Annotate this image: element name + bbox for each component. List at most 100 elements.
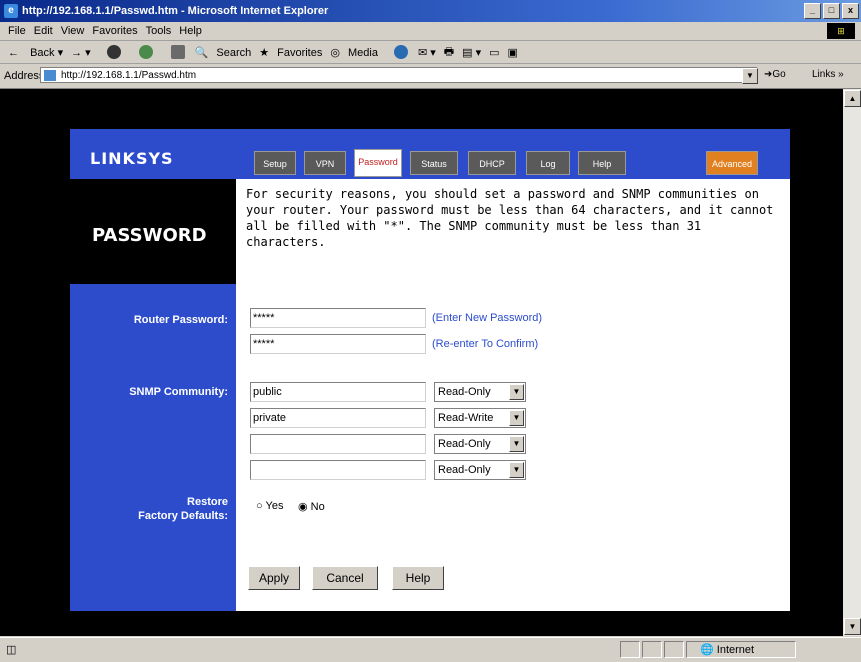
favorites-button[interactable]: ★ Favorites: [259, 46, 322, 59]
status-segment: [664, 641, 684, 658]
links-label: Links: [812, 69, 836, 80]
windows-logo-icon: ⊞: [827, 23, 855, 39]
snmp-access-3-select[interactable]: Read-Only ▼: [434, 434, 526, 454]
scroll-up-icon[interactable]: ▲: [844, 90, 861, 107]
snmp-community-label: SNMP Community:: [129, 386, 228, 398]
menu-help[interactable]: Help: [179, 25, 202, 37]
restore-label-line2: Factory Defaults:: [138, 510, 228, 522]
snmp-access-3-value: Read-Only: [438, 438, 491, 450]
mail-button[interactable]: ✉ ▾: [418, 46, 436, 59]
tab-log[interactable]: Log: [526, 151, 570, 175]
snmp-access-4-select[interactable]: Read-Only ▼: [434, 460, 526, 480]
discuss-button[interactable]: ▭: [489, 46, 499, 59]
window-title-bar: e http://192.168.1.1/Passwd.htm - Micros…: [0, 0, 861, 22]
status-segment: [642, 641, 662, 658]
links-button[interactable]: Links »: [812, 69, 844, 80]
restore-label-line1: Restore: [187, 496, 228, 508]
description-text: For security reasons, you should set a p…: [246, 187, 774, 249]
address-input[interactable]: http://192.168.1.1/Passwd.htm: [40, 67, 757, 83]
address-bar: Address http://192.168.1.1/Passwd.htm ▼ …: [0, 64, 861, 89]
tab-bar: Setup VPN Password Status DHCP Log Help …: [236, 129, 790, 179]
refresh-button[interactable]: [131, 45, 155, 59]
close-button[interactable]: x: [842, 3, 859, 19]
minimize-button[interactable]: _: [804, 3, 821, 19]
snmp-community-3-input[interactable]: [250, 434, 426, 454]
tab-status[interactable]: Status: [410, 151, 458, 175]
edit-button[interactable]: ▤ ▾: [462, 46, 481, 59]
status-segment: [620, 641, 640, 658]
scroll-down-icon[interactable]: ▼: [844, 618, 861, 635]
stop-icon: [106, 45, 121, 59]
address-label: Address: [4, 70, 45, 82]
go-label: Go: [772, 69, 786, 80]
cancel-button[interactable]: Cancel: [312, 566, 378, 590]
label-sidebar: Router Password: SNMP Community: Restore…: [70, 284, 236, 611]
search-label: Search: [216, 46, 252, 59]
chevron-down-icon: ▼: [509, 410, 524, 426]
restore-yes-radio[interactable]: ○ Yes: [256, 500, 283, 512]
go-button[interactable]: ➜Go: [764, 69, 786, 80]
snmp-access-1-select[interactable]: Read-Only ▼: [434, 382, 526, 402]
tab-help[interactable]: Help: [578, 151, 626, 175]
menu-tools[interactable]: Tools: [146, 25, 172, 37]
search-button[interactable]: 🔍 Search: [195, 46, 252, 59]
window-title: http://192.168.1.1/Passwd.htm - Microsof…: [22, 5, 329, 17]
logo-header: LINKSYS: [70, 129, 236, 179]
password-field[interactable]: *****: [250, 308, 426, 328]
tab-setup[interactable]: Setup: [254, 151, 296, 175]
page-done-icon: ◫: [6, 644, 17, 656]
snmp-community-4-input[interactable]: [250, 460, 426, 480]
refresh-icon: [138, 45, 153, 59]
page-title: PASSWORD: [92, 225, 207, 246]
history-button[interactable]: [386, 45, 410, 59]
home-icon: [170, 45, 185, 59]
router-password-label: Router Password:: [133, 314, 228, 326]
menu-favorites[interactable]: Favorites: [92, 25, 137, 37]
chevron-down-icon: ▼: [509, 436, 524, 452]
browser-viewport: LINKSYS Setup VPN Password Status DHCP L…: [0, 89, 843, 636]
history-icon: [393, 45, 408, 59]
snmp-community-1-input[interactable]: public: [250, 382, 426, 402]
vertical-scrollbar[interactable]: ▲ ▼: [843, 89, 861, 636]
snmp-access-4-value: Read-Only: [438, 464, 491, 476]
menu-file[interactable]: File: [8, 25, 26, 37]
address-dropdown-button[interactable]: ▼: [742, 68, 758, 84]
help-button[interactable]: Help: [392, 566, 444, 590]
media-label: Media: [347, 46, 378, 59]
stop-button[interactable]: [99, 45, 123, 59]
apply-button[interactable]: Apply: [248, 566, 300, 590]
home-button[interactable]: [163, 45, 187, 59]
chevron-down-icon: ▼: [509, 462, 524, 478]
enter-password-hint: (Enter New Password): [432, 312, 543, 324]
internet-zone-label: Internet: [716, 644, 755, 656]
restore-no-radio[interactable]: ◉ No: [298, 500, 325, 513]
linksys-logo: LINKSYS: [90, 149, 174, 168]
media-button[interactable]: ◎ Media: [330, 46, 378, 59]
forward-button[interactable]: → ▾: [71, 46, 91, 59]
maximize-button[interactable]: □: [823, 3, 840, 19]
restore-no-label: No: [310, 501, 325, 513]
linksys-page: LINKSYS Setup VPN Password Status DHCP L…: [70, 129, 790, 619]
messenger-button[interactable]: ▣: [508, 46, 518, 59]
snmp-access-2-value: Read-Write: [438, 412, 494, 424]
tab-vpn[interactable]: VPN: [304, 151, 346, 175]
restore-yes-label: Yes: [265, 500, 284, 512]
menu-view[interactable]: View: [61, 25, 85, 37]
menu-edit[interactable]: Edit: [34, 25, 53, 37]
back-label: Back: [30, 46, 55, 59]
tab-dhcp[interactable]: DHCP: [468, 151, 516, 175]
back-button[interactable]: ← Back ▾: [8, 46, 63, 59]
snmp-access-2-select[interactable]: Read-Write ▼: [434, 408, 526, 428]
print-button[interactable]: 🖶: [444, 43, 454, 62]
tab-advanced[interactable]: Advanced: [706, 151, 758, 175]
tab-password[interactable]: Password: [354, 149, 402, 177]
browser-toolbar: ← Back ▾ → ▾ 🔍 Search ★ Favorites ◎ Media ✉…: [0, 41, 861, 64]
favorites-label: Favorites: [277, 46, 323, 59]
menu-bar: File Edit View Favorites Tools Help ⊞: [0, 22, 861, 41]
chevron-down-icon: ▼: [509, 384, 524, 400]
page-icon: [44, 70, 56, 81]
confirm-password-field[interactable]: *****: [250, 334, 426, 354]
status-bar: ◫ 🌐 Internet: [0, 637, 861, 662]
password-form: ***** (Enter New Password) ***** (Re-ent…: [236, 284, 790, 611]
snmp-community-2-input[interactable]: private: [250, 408, 426, 428]
